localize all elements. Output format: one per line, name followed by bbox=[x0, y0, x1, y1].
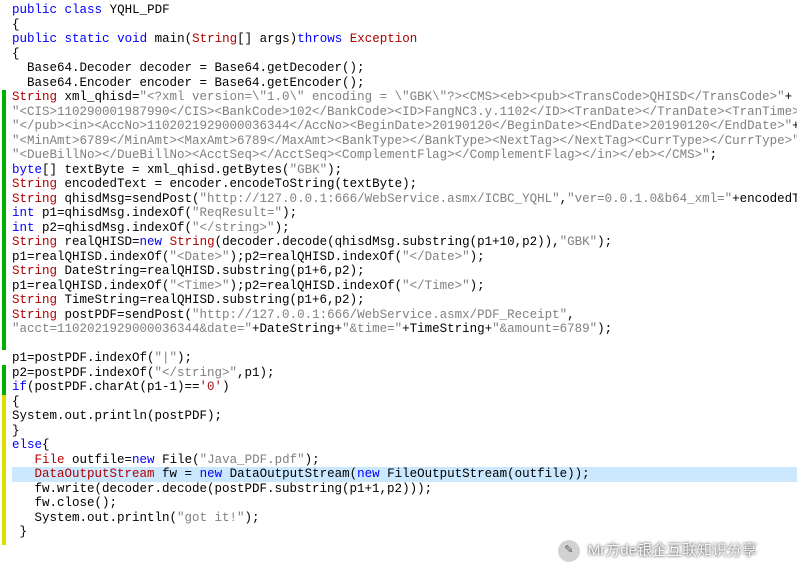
code-line: if(postPDF.charAt(p1-1)=='0') bbox=[12, 380, 797, 395]
code-line: File outfile=new File("Java_PDF.pdf"); bbox=[12, 453, 797, 468]
code-line: } bbox=[12, 424, 797, 439]
code-line: int p2=qhisdMsg.indexOf("</string>"); bbox=[12, 221, 797, 236]
code-line: String DateString=realQHISD.substring(p1… bbox=[12, 264, 797, 279]
code-line: p1=postPDF.indexOf("|"); bbox=[12, 351, 797, 366]
change-marker bbox=[2, 90, 6, 350]
code-line: "<DueBillNo></DueBillNo><AcctSeq></AcctS… bbox=[12, 148, 797, 163]
code-line: byte[] textByte = xml_qhisd.getBytes("GB… bbox=[12, 163, 797, 178]
code-line: String postPDF=sendPost("http://127.0.0.… bbox=[12, 308, 797, 323]
code-line: p2=postPDF.indexOf("</string>",p1); bbox=[12, 366, 797, 381]
code-line: "acct=1102021929000036344&date="+DateStr… bbox=[12, 322, 797, 337]
watermark: ✎ Mr方de银企互联知识分享 bbox=[558, 540, 757, 562]
code-line: "<CIS>110290001987990</CIS><BankCode>102… bbox=[12, 105, 797, 120]
code-line bbox=[12, 337, 797, 352]
code-line: "</pub><in><AccNo>1102021929000036344</A… bbox=[12, 119, 797, 134]
code-line: } bbox=[12, 525, 797, 540]
code-line: public class YQHL_PDF bbox=[12, 3, 797, 18]
code-line: public static void main(String[] args)th… bbox=[12, 32, 797, 47]
change-marker bbox=[2, 395, 6, 545]
code-line: System.out.println("got it!"); bbox=[12, 511, 797, 526]
code-line: { bbox=[12, 47, 797, 62]
code-line: String xml_qhisd="<?xml version=\"1.0\" … bbox=[12, 90, 797, 105]
code-line: { bbox=[12, 395, 797, 410]
code-line: { bbox=[12, 18, 797, 33]
code-line: Base64.Encoder encoder = Base64.getEncod… bbox=[12, 76, 797, 91]
code-line: String realQHISD=new String(decoder.deco… bbox=[12, 235, 797, 250]
code-line: "<MinAmt>6789</MinAmt><MaxAmt>6789</MaxA… bbox=[12, 134, 797, 149]
watermark-text: Mr方de银企互联知识分享 bbox=[588, 544, 757, 559]
wechat-icon: ✎ bbox=[558, 540, 580, 562]
code-line: int p1=qhisdMsg.indexOf("ReqResult="); bbox=[12, 206, 797, 221]
highlighted-line: DataOutputStream fw = new DataOutputStre… bbox=[12, 467, 797, 482]
code-line: System.out.println(postPDF); bbox=[12, 409, 797, 424]
code-line: Base64.Decoder decoder = Base64.getDecod… bbox=[12, 61, 797, 76]
code-line: String encodedText = encoder.encodeToStr… bbox=[12, 177, 797, 192]
code-line: fw.write(decoder.decode(postPDF.substrin… bbox=[12, 482, 797, 497]
code-line: fw.close(); bbox=[12, 496, 797, 511]
code-line: else{ bbox=[12, 438, 797, 453]
code-line: p1=realQHISD.indexOf("<Date>");p2=realQH… bbox=[12, 250, 797, 265]
code-line: String qhisdMsg=sendPost("http://127.0.0… bbox=[12, 192, 797, 207]
change-marker bbox=[2, 365, 6, 395]
code-line: String TimeString=realQHISD.substring(p1… bbox=[12, 293, 797, 308]
code-line: p1=realQHISD.indexOf("<Time>");p2=realQH… bbox=[12, 279, 797, 294]
